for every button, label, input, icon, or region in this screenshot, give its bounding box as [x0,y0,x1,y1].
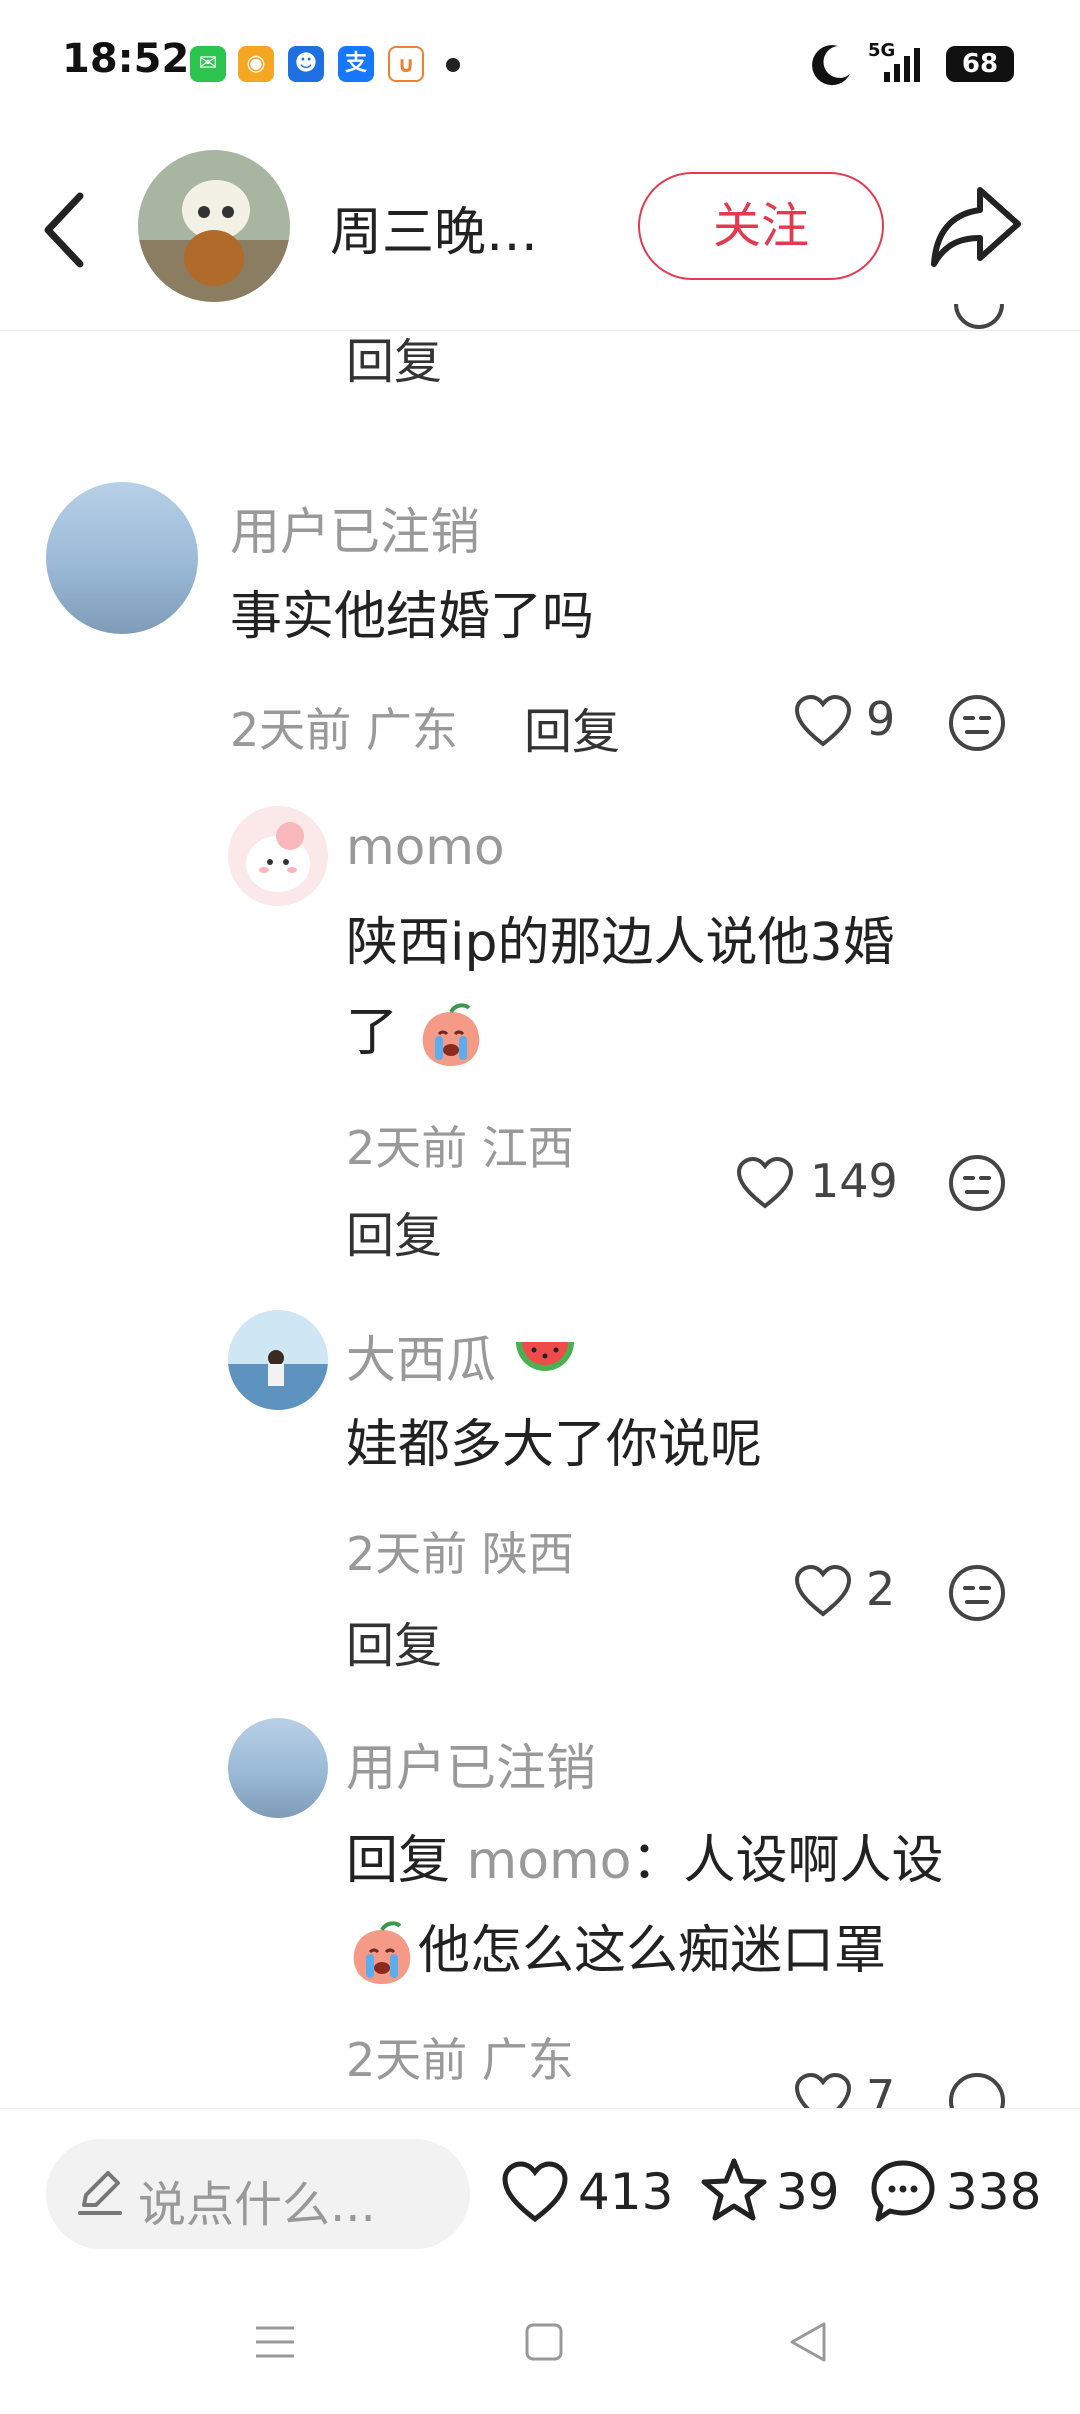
battery-level: 68 [961,49,999,79]
comment-input[interactable]: 说点什么... [46,2139,470,2249]
comment-meta: 2天前 陕西 [346,1518,574,1584]
menu-icon[interactable] [254,2322,296,2362]
dislike-face-icon[interactable] [948,1564,1006,1622]
dislike-face-icon[interactable] [952,300,1006,330]
prev-reply-link[interactable]: 回复 [346,322,442,392]
post-like-count: 413 [578,2163,674,2221]
comment-text-line: 他怎么这么痴迷口罩 [346,1906,886,1996]
comment-text-tail: 了 [346,1003,399,1063]
comment-username-text: 大西瓜 [346,1331,496,1389]
dislike-face-icon[interactable] [948,694,1006,752]
watermelon-emoji [515,1341,574,1371]
home-square-icon[interactable] [524,2322,564,2362]
dislike-face-icon[interactable] [948,2072,1006,2108]
comment-text-line: 了 [346,988,487,1078]
reply-prefix: 回复 [346,1831,451,1891]
comment-time: 2天前 [346,1121,468,1175]
like-count: 149 [810,1154,898,1208]
comment-avatar[interactable] [228,1310,328,1410]
wechat-icon: ✉ [190,46,226,82]
comment-username[interactable]: 用户已注销 [230,492,480,564]
comment-location: 江西 [481,1121,574,1175]
like-count: 9 [866,692,896,746]
comment-time: 2天前 [346,1527,468,1581]
like-count: 7 [866,2070,896,2108]
comment-location: 陕西 [481,1527,574,1581]
heart-icon[interactable] [502,2161,568,2223]
app-icon-blue: ☻ [288,46,324,82]
comment-avatar[interactable] [228,1718,328,1818]
comment-text: 事实他结婚了吗 [230,587,595,647]
heart-icon[interactable] [794,2072,852,2108]
crying-peach-emoji [422,1003,479,1066]
comment-username[interactable]: 大西瓜 [346,1320,578,1394]
comment-avatar[interactable] [228,806,328,906]
comment-text-line: 回复 momo：人设啊人设 [346,1816,944,1906]
moon-icon [812,45,850,86]
like-count: 2 [866,1562,896,1616]
signal-icon [884,48,920,82]
bottom-action-bar: 说点什么... 413 39 338 [0,2108,1080,2279]
comment-meta: 2天前 江西 [346,1112,574,1178]
follow-button[interactable]: 关注 [638,172,884,280]
heart-icon[interactable] [794,1564,852,1618]
comment-text: 娃都多大了你说呢 [346,1415,763,1475]
comment-location: 广东 [365,703,458,757]
edit-pencil-icon [78,2171,122,2215]
system-nav-bar [0,2278,1080,2414]
author-avatar[interactable] [138,150,290,302]
comment-username[interactable]: 用户已注销 [346,1728,596,1800]
author-name[interactable]: 周三晚… [330,190,538,265]
heart-icon[interactable] [794,694,852,748]
star-icon[interactable] [700,2157,768,2223]
heart-icon[interactable] [736,1156,794,1210]
comment-username[interactable]: momo [346,818,505,876]
comment-text-line: 陕西ip的那边人说他3婚 [346,913,895,973]
comment-location: 广东 [481,2033,574,2087]
share-icon[interactable] [928,182,1024,272]
status-time: 18:52 [62,36,190,82]
dislike-face-icon[interactable] [948,1154,1006,1212]
comment-meta: 2天前 广东 [346,2024,574,2090]
reply-button[interactable]: 回复 [346,1196,442,1266]
app-icon-orange: ∪ [388,46,424,82]
post-star-count: 39 [776,2163,840,2221]
back-triangle-icon[interactable] [788,2320,828,2364]
alipay-icon: 支 [338,46,374,82]
comment-actions-clipped: 7 [780,2060,1040,2108]
reply-button[interactable]: 回复 [524,692,620,762]
back-icon[interactable] [40,190,88,270]
crying-peach-emoji [353,1921,411,1984]
comment-input-placeholder: 说点什么... [138,2177,376,2233]
post-comment-count: 338 [946,2163,1042,2221]
comment-bubble-icon[interactable] [870,2159,936,2223]
status-bar: 18:52 ✉ ◉ ☻ 支 ∪ 5G 68 [0,0,1080,130]
comment-text-part: 他怎么这么痴迷口罩 [418,1921,887,1981]
comment-time: 2天前 [346,2033,468,2087]
comment-time: 2天前 [230,703,352,757]
comment-avatar[interactable] [46,482,198,634]
post-header: 周三晚… 关注 [0,130,1080,331]
battery-icon: 68 [946,46,1014,82]
reply-button[interactable]: 回复 [346,1606,442,1676]
comment-meta: 2天前 广东 [230,694,458,760]
reply-target-user[interactable]: momo [467,1831,632,1891]
weibo-icon: ◉ [238,46,274,82]
comment-text-part: ：人设啊人设 [631,1831,944,1891]
notification-dot [446,58,460,72]
